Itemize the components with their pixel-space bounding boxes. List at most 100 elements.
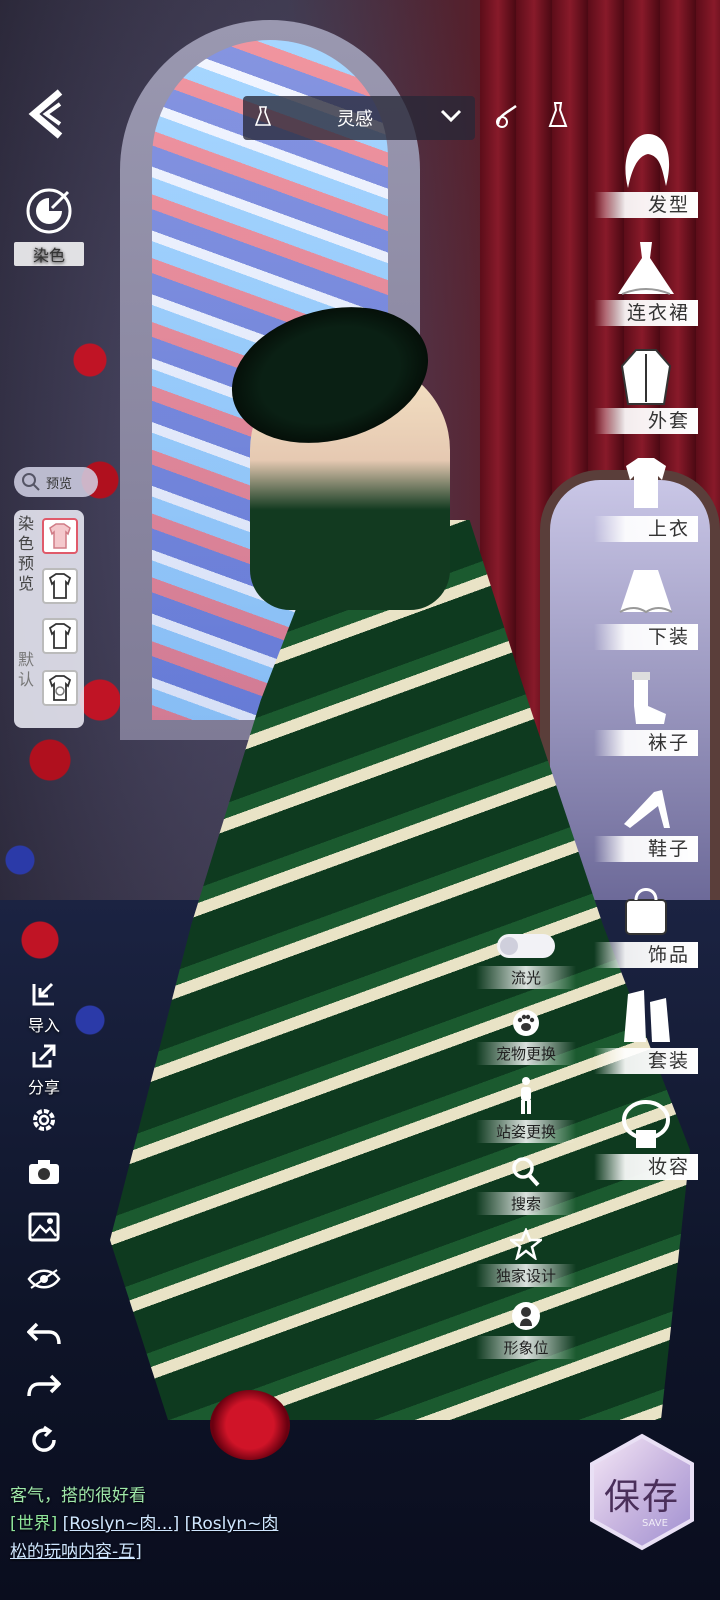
visibility-button[interactable] bbox=[22, 1268, 66, 1294]
category-label: 饰品 bbox=[594, 942, 698, 968]
image-slot-button[interactable]: 形象位 bbox=[476, 1300, 576, 1359]
portrait-icon bbox=[512, 1302, 540, 1330]
accessory-icon bbox=[614, 878, 678, 942]
share-icon bbox=[32, 1044, 56, 1068]
import-button[interactable]: 导入 bbox=[22, 980, 66, 1036]
dress-icon bbox=[614, 236, 678, 300]
chat-user-link[interactable]: [Roslyn~肉...] bbox=[63, 1514, 180, 1534]
category-top[interactable]: 上衣 bbox=[592, 452, 702, 548]
category-label: 连衣裙 bbox=[594, 300, 698, 326]
category-label: 妆容 bbox=[594, 1154, 698, 1180]
suit-icon bbox=[614, 984, 678, 1048]
undo-icon bbox=[26, 1322, 61, 1345]
back-button[interactable] bbox=[26, 88, 70, 140]
category-label: 发型 bbox=[594, 192, 698, 218]
star-icon bbox=[507, 1226, 545, 1262]
category-dress[interactable]: 连衣裙 bbox=[592, 236, 702, 332]
coat-icon bbox=[614, 344, 678, 408]
redo-icon bbox=[27, 1374, 62, 1397]
gear-icon bbox=[33, 1109, 55, 1131]
save-button[interactable]: 保存 SAVE bbox=[582, 1432, 702, 1552]
default-char: 认 bbox=[18, 670, 35, 689]
category-shoes[interactable]: 鞋子 bbox=[592, 772, 702, 868]
search-button[interactable]: 搜索 bbox=[476, 1156, 576, 1215]
rose-decoration bbox=[210, 1390, 290, 1460]
redo-button[interactable] bbox=[22, 1370, 66, 1402]
brush-icon bbox=[496, 104, 517, 128]
chat-user-link[interactable]: [Roslyn~肉 bbox=[185, 1514, 279, 1534]
category-skirt[interactable]: 下装 bbox=[592, 560, 702, 656]
chat-box[interactable]: 客气，搭的很好看 [世界] [Roslyn~肉...] [Roslyn~肉 松的… bbox=[10, 1482, 310, 1566]
top-icon bbox=[614, 452, 678, 516]
dye-slot-default[interactable] bbox=[42, 670, 78, 706]
save-label: 保存 bbox=[603, 1477, 680, 1518]
category-socks[interactable]: 袜子 bbox=[592, 666, 702, 762]
category-label: 袜子 bbox=[594, 730, 698, 756]
pet-change-label: 宠物更换 bbox=[476, 1042, 576, 1065]
undo-button[interactable] bbox=[22, 1318, 66, 1350]
category-label: 上衣 bbox=[594, 516, 698, 542]
dress-outline-icon bbox=[548, 102, 568, 127]
category-coat[interactable]: 外套 bbox=[592, 344, 702, 440]
share-button[interactable]: 分享 bbox=[22, 1042, 66, 1098]
search-label: 搜索 bbox=[476, 1192, 576, 1215]
gallery-button[interactable] bbox=[22, 1212, 66, 1246]
chevron-down-icon[interactable] bbox=[427, 108, 475, 128]
inspiration-bar[interactable]: 灵感 bbox=[243, 96, 475, 140]
pet-change-button[interactable]: 宠物更换 bbox=[476, 1008, 576, 1065]
preview-magnifier-icon bbox=[22, 473, 40, 491]
skirt-icon bbox=[614, 560, 678, 624]
preview-button[interactable]: 预览 bbox=[14, 467, 98, 497]
makeup-icon bbox=[614, 1090, 678, 1154]
glow-toggle[interactable]: 流光 bbox=[476, 934, 576, 989]
category-hair[interactable]: 发型 bbox=[592, 128, 702, 224]
palette-icon bbox=[26, 188, 72, 234]
default-label: 默 认 bbox=[18, 650, 36, 690]
rose-vines bbox=[0, 300, 120, 1300]
category-label: 鞋子 bbox=[594, 836, 698, 862]
image-slot-label: 形象位 bbox=[476, 1336, 576, 1359]
dye-slot-1[interactable] bbox=[42, 518, 78, 554]
glow-switch[interactable] bbox=[497, 934, 555, 958]
shirt-reset-icon bbox=[48, 675, 72, 701]
glow-label: 流光 bbox=[476, 966, 576, 989]
dye-preview-char: 染 bbox=[18, 514, 35, 533]
dye-slot-3[interactable] bbox=[42, 618, 78, 654]
dye-preview-panel: 染 色 预 览 默 认 bbox=[14, 510, 84, 728]
dye-label: 染色 bbox=[14, 242, 84, 266]
paw-icon bbox=[513, 1010, 539, 1036]
import-label: 导入 bbox=[27, 1016, 60, 1035]
chat-message-cont: 松的玩呐内容-互] bbox=[10, 1542, 142, 1562]
settings-button[interactable] bbox=[22, 1104, 66, 1140]
preview-label: 预览 bbox=[46, 476, 73, 492]
pose-change-button[interactable]: 站姿更换 bbox=[476, 1076, 576, 1143]
category-makeup[interactable]: 妆容 bbox=[592, 1090, 702, 1186]
import-icon bbox=[32, 982, 54, 1006]
dye-preview-char: 览 bbox=[18, 574, 35, 593]
category-suit[interactable]: 套装 bbox=[592, 984, 702, 1080]
back-arrow-icon bbox=[28, 89, 63, 139]
pose-change-label: 站姿更换 bbox=[476, 1120, 576, 1143]
exclusive-design-label: 独家设计 bbox=[476, 1264, 576, 1287]
shirt-icon bbox=[48, 573, 72, 599]
dress-small-icon bbox=[243, 106, 283, 130]
chat-message: 客气，搭的很好看 bbox=[10, 1486, 146, 1506]
camera-button[interactable] bbox=[22, 1158, 66, 1190]
dye-slot-2[interactable] bbox=[42, 568, 78, 604]
refresh-icon bbox=[32, 1425, 56, 1452]
category-accessory[interactable]: 饰品 bbox=[592, 878, 702, 974]
category-label: 下装 bbox=[594, 624, 698, 650]
category-label: 套装 bbox=[594, 1048, 698, 1074]
edit-brush-button[interactable] bbox=[492, 102, 522, 134]
outfit-button[interactable] bbox=[546, 102, 570, 132]
share-label: 分享 bbox=[27, 1078, 60, 1097]
dye-preview-char: 预 bbox=[18, 554, 35, 573]
reset-button[interactable] bbox=[22, 1424, 66, 1460]
shirt-pink-icon bbox=[49, 523, 71, 549]
exclusive-design-button[interactable]: 独家设计 bbox=[476, 1226, 576, 1287]
default-char: 默 bbox=[18, 650, 35, 669]
save-sublabel: SAVE bbox=[642, 1518, 668, 1529]
socks-icon bbox=[614, 666, 678, 730]
shirt-icon bbox=[48, 623, 72, 649]
dye-button[interactable]: 染色 bbox=[14, 186, 84, 266]
